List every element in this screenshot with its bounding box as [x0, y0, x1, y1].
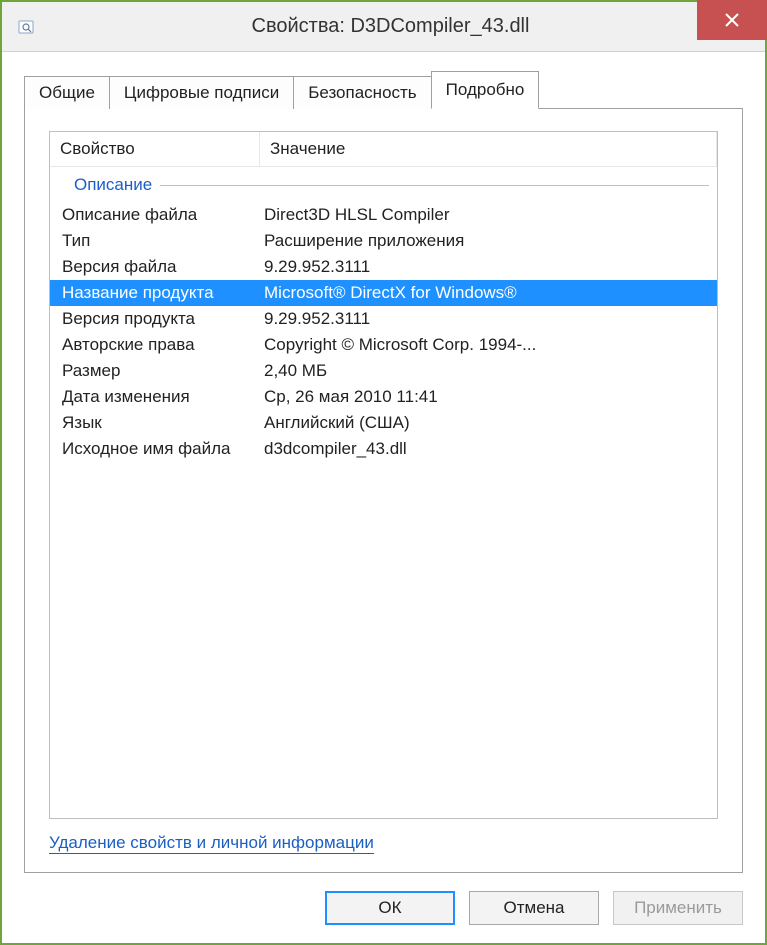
tab-general[interactable]: Общие: [24, 76, 110, 109]
property-value: d3dcompiler_43.dll: [260, 438, 717, 460]
apply-button[interactable]: Применить: [613, 891, 743, 925]
close-icon: [724, 12, 740, 28]
remove-properties-link[interactable]: Удаление свойств и личной информации: [49, 833, 374, 854]
property-value: Английский (США): [260, 412, 717, 434]
tab-digital-signatures[interactable]: Цифровые подписи: [109, 76, 294, 109]
titlebar: Свойства: D3DCompiler_43.dll: [2, 2, 765, 52]
tab-details[interactable]: Подробно: [431, 71, 540, 109]
property-name: Дата изменения: [50, 386, 260, 408]
close-button[interactable]: [697, 0, 767, 40]
property-row[interactable]: Описание файлаDirect3D HLSL Compiler: [50, 202, 717, 228]
ok-button[interactable]: ОК: [325, 891, 455, 925]
property-value: Direct3D HLSL Compiler: [260, 204, 717, 226]
list-header: Свойство Значение: [50, 132, 717, 167]
property-name: Тип: [50, 230, 260, 252]
property-row[interactable]: ЯзыкАнглийский (США): [50, 410, 717, 436]
property-value: 2,40 МБ: [260, 360, 717, 382]
property-row[interactable]: Версия продукта9.29.952.3111: [50, 306, 717, 332]
property-name: Исходное имя файла: [50, 438, 260, 460]
property-name: Авторские права: [50, 334, 260, 356]
window-title: Свойства: D3DCompiler_43.dll: [36, 15, 765, 38]
property-row[interactable]: Авторские праваCopyright © Microsoft Cor…: [50, 332, 717, 358]
properties-list[interactable]: Свойство Значение Описание Описание файл…: [49, 131, 718, 819]
property-value: 9.29.952.3111: [260, 256, 717, 278]
property-name: Версия продукта: [50, 308, 260, 330]
property-row[interactable]: Исходное имя файлаd3dcompiler_43.dll: [50, 436, 717, 462]
tabpanel-details: Свойство Значение Описание Описание файл…: [24, 108, 743, 873]
header-property[interactable]: Свойство: [50, 132, 260, 166]
property-row[interactable]: Дата измененияСр, 26 мая 2010 11:41: [50, 384, 717, 410]
tab-security[interactable]: Безопасность: [293, 76, 431, 109]
header-value[interactable]: Значение: [260, 132, 717, 166]
property-row[interactable]: Название продуктаMicrosoft® DirectX for …: [50, 280, 717, 306]
property-value: Microsoft® DirectX for Windows®: [260, 282, 717, 304]
property-value: Ср, 26 мая 2010 11:41: [260, 386, 717, 408]
property-name: Название продукта: [50, 282, 260, 304]
app-icon: [16, 17, 36, 37]
property-value: 9.29.952.3111: [260, 308, 717, 330]
property-name: Язык: [50, 412, 260, 434]
group-label-description: Описание: [50, 167, 717, 197]
property-name: Описание файла: [50, 204, 260, 226]
property-row[interactable]: ТипРасширение приложения: [50, 228, 717, 254]
property-row[interactable]: Размер2,40 МБ: [50, 358, 717, 384]
property-name: Размер: [50, 360, 260, 382]
dialog-buttons: ОК Отмена Применить: [2, 873, 765, 943]
properties-dialog: Свойства: D3DCompiler_43.dll Общие Цифро…: [0, 0, 767, 945]
property-value: Copyright © Microsoft Corp. 1994-...: [260, 334, 717, 356]
tab-strip: Общие Цифровые подписи Безопасность Подр…: [24, 70, 743, 108]
property-name: Версия файла: [50, 256, 260, 278]
property-value: Расширение приложения: [260, 230, 717, 252]
group-divider: [160, 185, 709, 186]
cancel-button[interactable]: Отмена: [469, 891, 599, 925]
property-row[interactable]: Версия файла9.29.952.3111: [50, 254, 717, 280]
